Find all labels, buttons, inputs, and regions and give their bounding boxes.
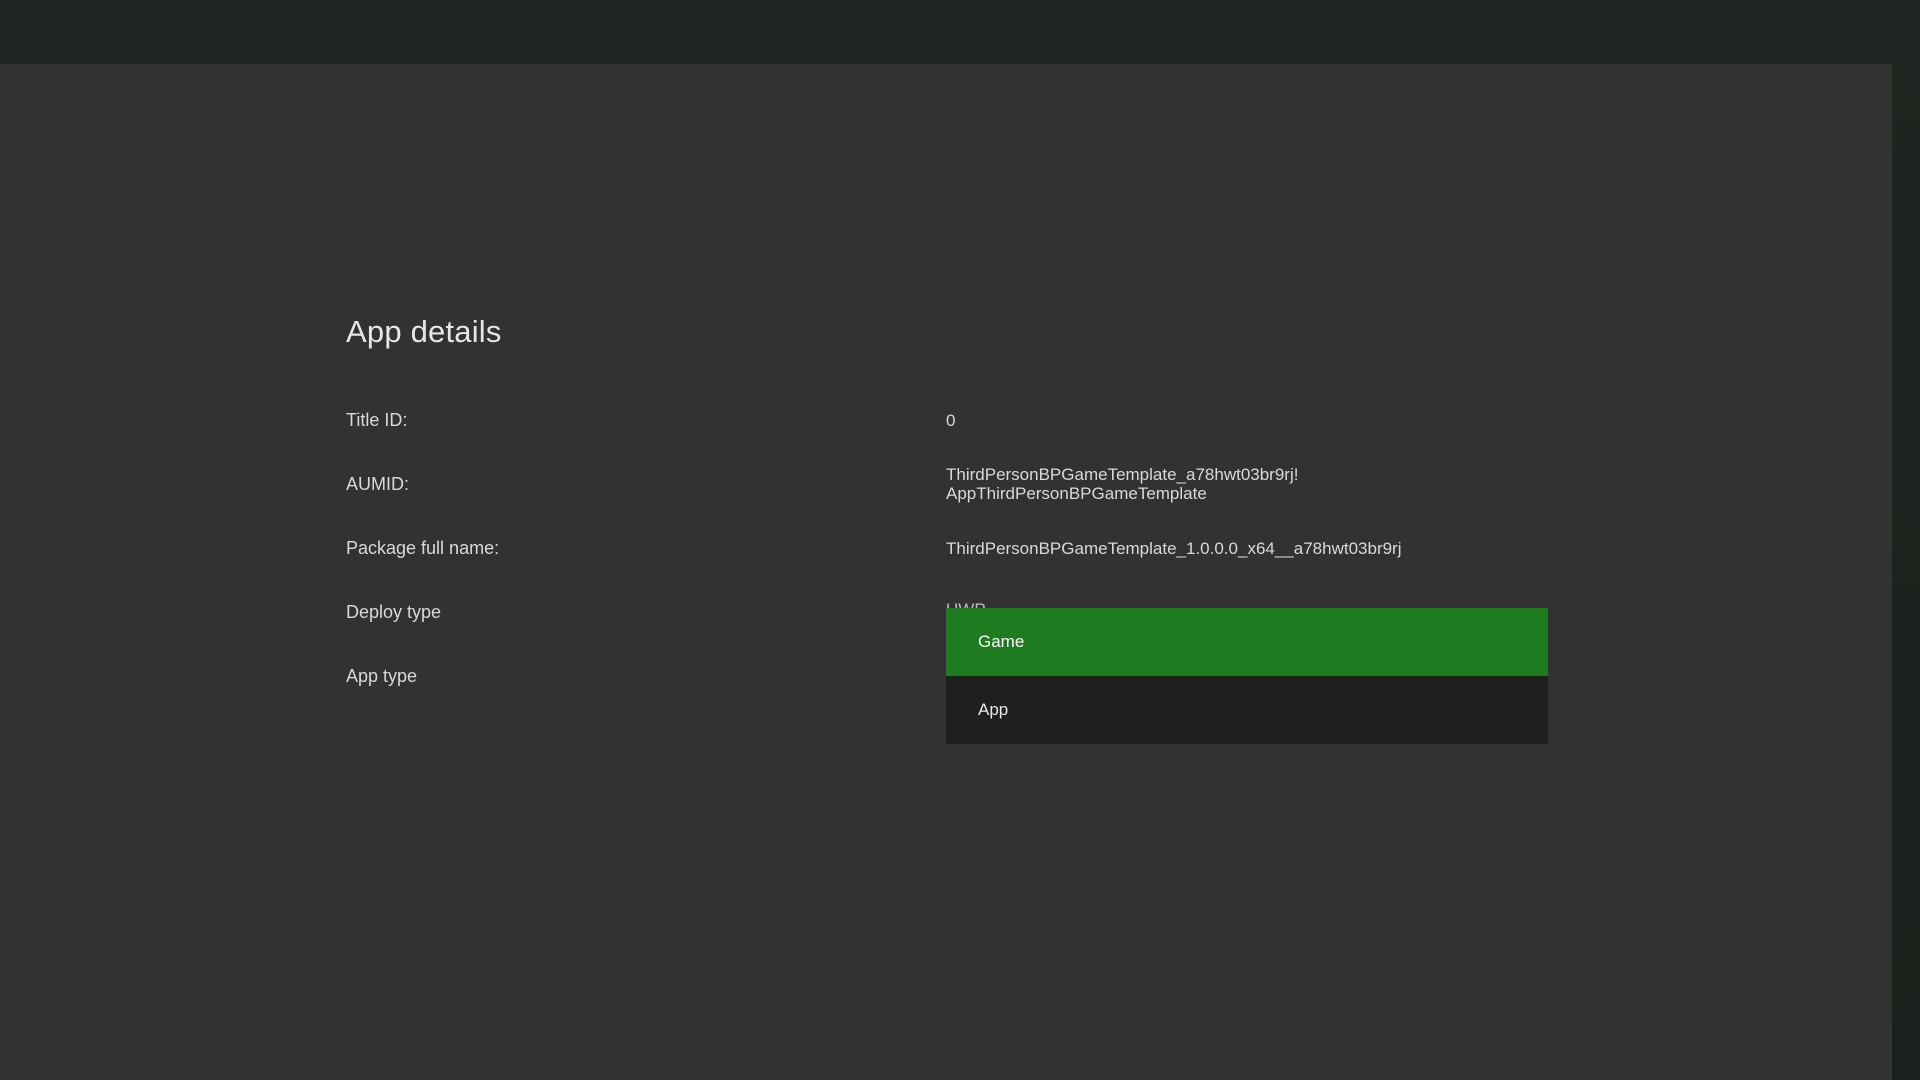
page-title: App details (346, 314, 502, 349)
aumid-label: AUMID: (346, 474, 409, 494)
package-full-name-value: ThirdPersonBPGameTemplate_1.0.0.0_x64__a… (946, 539, 1402, 558)
app-type-dropdown[interactable]: Game App (946, 608, 1548, 744)
app-type-option-game[interactable]: Game (946, 608, 1548, 676)
package-full-name-label: Package full name: (346, 538, 500, 558)
aumid-value: ThirdPersonBPGameTemplate_a78hwt03br9rj!… (946, 465, 1299, 503)
deploy-type-label: Deploy type (346, 602, 442, 622)
title-id-label: Title ID: (346, 410, 408, 430)
app-type-label: App type (346, 666, 418, 686)
title-id-value: 0 (946, 411, 956, 430)
app-type-option-app[interactable]: App (946, 676, 1548, 744)
app-details-panel (0, 64, 1892, 1080)
deploy-type-value: UWP (946, 600, 986, 608)
